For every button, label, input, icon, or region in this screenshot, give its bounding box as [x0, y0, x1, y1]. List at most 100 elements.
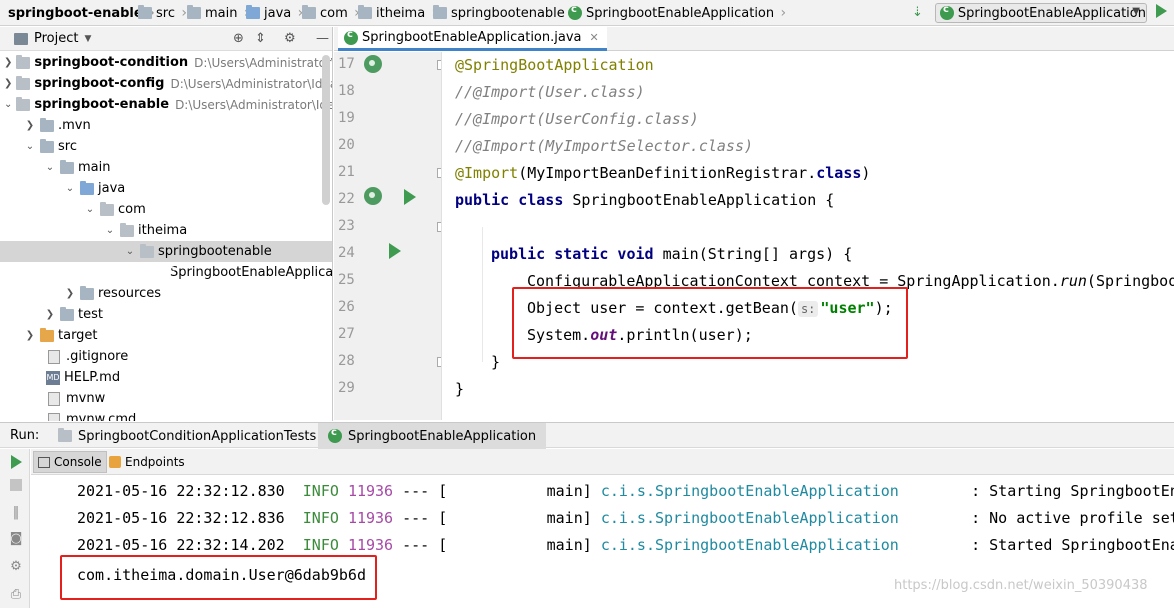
close-icon[interactable]: ✕	[590, 31, 599, 44]
stop-icon[interactable]	[10, 479, 22, 491]
tree-item-label: springboot-enable	[34, 97, 170, 112]
chevron-right-icon: ❯	[4, 78, 13, 89]
spring-bean-icon[interactable]	[364, 187, 382, 205]
tree-item-gitignore[interactable]: .gitignore	[0, 346, 332, 367]
tree-item-springboot-config[interactable]: ❯ springboot-config D:\Users\Administrator…	[0, 73, 333, 94]
project-scrollbar[interactable]	[322, 55, 330, 205]
spring-bean-icon[interactable]	[364, 55, 382, 73]
tree-item-springboot-condition[interactable]: ❯ springboot-condition D:\Users\Administra…	[0, 52, 332, 73]
run-icon[interactable]	[1156, 4, 1167, 18]
tree-item-src[interactable]: ⌄ src	[0, 136, 332, 157]
fold-icon[interactable]	[437, 357, 441, 367]
breadcrumb-springbootenable[interactable]: springbootenable›	[433, 4, 577, 22]
line-number: 21	[338, 164, 355, 180]
breadcrumb-label: com	[320, 5, 348, 21]
code-editor[interactable]: @SpringBootApplication //@Import(User.cl…	[443, 52, 1174, 420]
tree-item-mvnw[interactable]: mvnw	[0, 388, 332, 409]
tab-console[interactable]: Console	[33, 451, 107, 473]
log-message: : Started SpringbootEnableApplication	[971, 536, 1174, 554]
project-tool-window: Project ▼ ⊕ ⇕ ⚙ — ❯ springboot-condition D…	[0, 27, 333, 421]
tree-item-itheima[interactable]: ⌄ itheima	[0, 220, 332, 241]
hide-icon[interactable]: —	[316, 31, 329, 46]
log-logger: c.i.s.SpringbootEnableApplication	[600, 509, 899, 527]
tree-item-java[interactable]: ⌄ java	[0, 178, 332, 199]
breadcrumb-class[interactable]: SpringbootEnableApplication ›	[568, 4, 786, 22]
tree-item-mvnw-cmd[interactable]: mvnw.cmd	[0, 409, 332, 421]
chevron-down-icon: ⌄	[65, 183, 75, 194]
tree-item-main[interactable]: ⌄ main	[0, 157, 332, 178]
source-folder-icon	[246, 5, 260, 19]
tree-item-help-md[interactable]: MD HELP.md	[0, 367, 332, 388]
breadcrumb-label: SpringbootEnableApplication	[586, 5, 775, 21]
fold-icon[interactable]	[437, 222, 441, 232]
settings-icon[interactable]: ⚙	[8, 559, 24, 575]
code-line-29: }	[455, 380, 465, 398]
collapse-all-icon[interactable]: ⇕	[255, 31, 266, 46]
editor-tab-label: SpringbootEnableApplication.java	[362, 30, 582, 45]
breadcrumb-java[interactable]: java ›	[246, 4, 303, 22]
log-pid: 11936	[347, 482, 394, 500]
tree-item-label: springbootenable	[158, 244, 272, 259]
print-icon[interactable]: ⎙	[8, 587, 24, 603]
file-icon	[48, 391, 60, 406]
run-configuration-select[interactable]: SpringbootEnableApplication▼	[935, 3, 1147, 23]
tree-item-label: resources	[98, 286, 162, 301]
breadcrumb-itheima[interactable]: itheima›	[358, 4, 437, 22]
build-arrow-icon[interactable]: ⇣	[912, 5, 923, 20]
project-header: Project ▼ ⊕ ⇕ ⚙ —	[0, 27, 332, 51]
breadcrumb-main[interactable]: main›	[187, 4, 249, 22]
tree-item-label: main	[78, 160, 111, 175]
chevron-down-icon[interactable]: ▼	[84, 34, 91, 44]
line-number: 26	[338, 299, 355, 315]
run-tab-label: SpringbootConditionApplicationTests	[78, 428, 317, 444]
spring-boot-class-icon	[568, 4, 582, 20]
tree-item-springbootenable[interactable]: ⌄ springbootenable	[0, 241, 332, 262]
locate-icon[interactable]: ⊕	[233, 31, 244, 46]
code-token: (SpringbootEnableApplication.class, args…	[1086, 272, 1174, 290]
fold-icon[interactable]	[437, 60, 441, 70]
editor-tab-active[interactable]: SpringbootEnableApplication.java ✕	[338, 27, 607, 51]
tree-item-label: HELP.md	[64, 370, 121, 385]
run-gutter-icon[interactable]	[404, 189, 416, 205]
breadcrumb-label: springbootenable	[451, 5, 565, 21]
tree-item-resources[interactable]: ❯ resources	[0, 283, 332, 304]
run-tab-condition-tests[interactable]: SpringbootConditionApplicationTests✕	[48, 423, 343, 449]
log-line: 2021-05-16 22:32:12.830 INFO 11936 --- […	[77, 478, 1174, 505]
gear-icon[interactable]: ⚙	[284, 31, 296, 46]
log-level: INFO	[302, 509, 339, 527]
code-line-22: public class SpringbootEnableApplication…	[455, 187, 834, 214]
log-separator: --- [	[402, 536, 448, 554]
line-number: 20	[338, 137, 355, 153]
tree-item-test[interactable]: ❯ test	[0, 304, 332, 325]
breadcrumb-src[interactable]: src ›	[138, 4, 187, 22]
module-folder-icon	[16, 75, 31, 90]
subtab-label: Endpoints	[125, 455, 185, 469]
log-separator: --- [	[402, 482, 448, 500]
tree-item-path: D:\Users\Administrator\Ide	[194, 55, 332, 70]
chevron-down-icon: ▼	[1132, 6, 1140, 17]
run-tab-enable-application[interactable]: SpringbootEnableApplication	[318, 423, 547, 449]
project-title[interactable]: Project	[34, 31, 78, 46]
log-thread: main]	[546, 482, 592, 500]
camera-icon[interactable]: ◙	[8, 531, 24, 547]
tree-item-springboot-enable[interactable]: ⌄ springboot-enable D:\Users\Administrator…	[0, 94, 332, 115]
breadcrumb-com[interactable]: com ›	[302, 4, 360, 22]
tree-item-label: java	[98, 181, 126, 196]
tree-item-com[interactable]: ⌄ com	[0, 199, 332, 220]
file-icon	[48, 412, 60, 421]
tree-item-path: D:\Users\Administrator\IdeaP	[170, 76, 333, 91]
tree-item-target[interactable]: ❯ target	[0, 325, 332, 346]
line-number: 18	[338, 83, 355, 99]
tree-item-mvn[interactable]: ❯ .mvn	[0, 115, 332, 136]
fold-icon[interactable]	[437, 168, 441, 178]
suspend-icon[interactable]: ‖	[8, 505, 24, 521]
run-gutter-icon[interactable]	[389, 243, 401, 259]
log-pid: 11936	[347, 509, 394, 527]
line-number: 24	[338, 245, 355, 261]
method-token: run	[1059, 272, 1087, 290]
rerun-icon[interactable]	[11, 455, 22, 469]
tab-endpoints[interactable]: Endpoints	[105, 451, 189, 473]
console-icon	[38, 456, 50, 468]
breadcrumb-project[interactable]: springboot-enable›	[8, 4, 155, 22]
tree-item-application-class[interactable]: SpringbootEnableApplica	[0, 262, 332, 283]
